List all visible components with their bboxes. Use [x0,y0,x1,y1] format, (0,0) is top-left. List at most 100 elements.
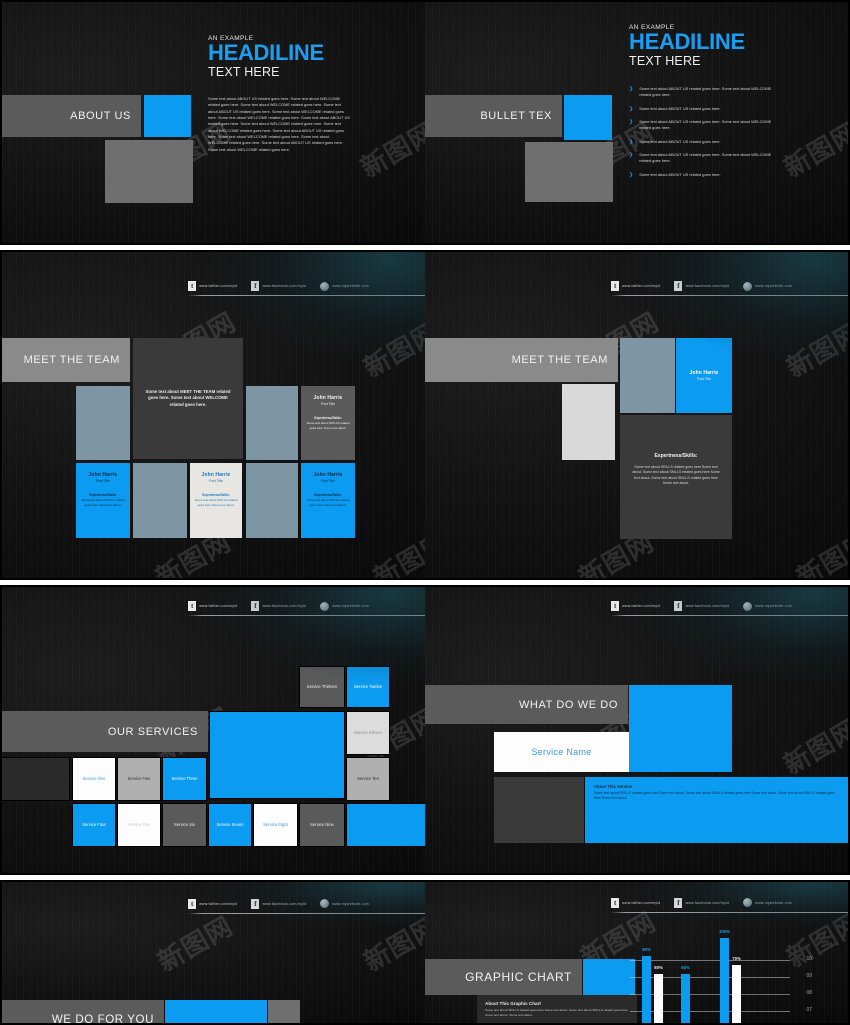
dark-panel[interactable] [2,757,70,801]
globe-icon [320,899,330,909]
slide-our-services[interactable]: 新图网 新图网 t www.twitter.com/myid f www.fac… [0,585,425,875]
slide-meet-the-team-single[interactable]: 新图网 新图网 新图网 新图网 t www.twitter.com/myid f… [425,250,850,580]
slide-graphic-chart[interactable]: 新图网 新图网 t www.twitter.com/myid f www.fac… [425,880,850,1025]
slide-title-bar[interactable]: MEET THE TEAM [2,338,130,382]
divider [611,615,848,617]
service-tile-five[interactable]: Service Five [117,803,161,847]
social-link-facebook[interactable]: f www.facebook.com/myid [674,601,729,612]
service-tile-two[interactable]: Service Two [117,757,161,801]
service-tile-eleven[interactable]: Service Eleven [346,711,390,755]
grey-panel[interactable] [105,140,193,203]
social-link-facebook[interactable]: f www.facebook.com/myid [674,281,729,292]
team-card[interactable]: John Harrie Post Title Expertness/Skills… [301,463,355,538]
list-item[interactable]: ❯ Some text about ABOUT US related goes … [629,139,779,146]
bar-value-label: 100% [719,929,730,934]
social-link-website[interactable]: www.mywebsite.com [320,601,369,611]
accent-square[interactable] [144,95,191,137]
placeholder-photo[interactable] [562,384,615,460]
social-link-website[interactable]: www.mywebsite.com [320,281,369,291]
accent-block[interactable] [629,685,732,772]
social-link-twitter[interactable]: t www.twitter.com/myid [611,281,660,292]
feature-block[interactable] [209,711,345,799]
social-link-facebook[interactable]: f www.facebook.com/myid [251,281,306,292]
slide-title-bar[interactable]: MEET THE TEAM [425,338,618,382]
service-tile-three[interactable]: Service Three [162,757,207,801]
service-tile-six[interactable]: Service Six [162,803,207,847]
list-item[interactable]: ❯ Some text about ABOUT US related goes … [629,86,779,99]
bar[interactable]: 60% [681,965,690,1023]
slide-title-bar[interactable]: ABOUT US [2,95,141,137]
team-photo[interactable] [620,338,675,413]
slide-title-bar[interactable]: BULLET TEX [425,95,562,137]
social-link-website[interactable]: www.mywebsite.com [743,898,792,907]
accent-block[interactable] [165,1000,267,1023]
team-photo[interactable] [246,386,298,460]
social-link-twitter[interactable]: t www.twitter.com/myid [188,898,237,909]
social-link-website[interactable]: www.mywebsite.com [743,281,792,291]
social-link-twitter[interactable]: t www.twitter.com/myid [611,897,660,908]
chevron-right-icon: ❯ [629,86,634,92]
service-tile-blank[interactable] [346,803,425,847]
dark-panel[interactable] [494,777,584,843]
facebook-icon: f [251,601,260,612]
list-item[interactable]: ❯ Some text about ABOUT US related goes … [629,106,779,113]
accent-square[interactable] [564,95,612,140]
about-chart-panel[interactable]: About This Graphic Chart Some text about… [477,995,637,1023]
service-tile-four[interactable]: Service Four [72,803,116,847]
team-photo[interactable] [76,386,130,460]
service-tile-one[interactable]: Service One [72,757,116,801]
service-name-card[interactable]: Service Name [494,732,629,772]
social-link-twitter[interactable]: t www.twitter.com/myid [188,281,237,292]
slide-title-bar[interactable]: WHAT DO WE DO [425,685,628,724]
social-link-facebook[interactable]: f www.facebook.com/myid [251,898,306,909]
social-link-twitter[interactable]: t www.twitter.com/myid [611,601,660,612]
facebook-icon: f [251,898,260,909]
team-card[interactable]: John Harrie Post Title Expertness/Skills… [190,463,242,538]
service-tile-seven[interactable]: Service Seven [208,803,252,847]
list-item[interactable]: ❯ Some text about ABOUT US related goes … [629,172,779,179]
skills-heading: Expertness/Skills: [314,493,342,497]
team-card[interactable]: John Harrie Post Title Expertness/Skills… [76,463,130,538]
bar[interactable]: 70% [732,956,741,1023]
slide-meet-the-team-grid[interactable]: 新图网 新图网 新图网 新图网 t www.twitter.com/myid f… [0,250,425,580]
grey-panel[interactable] [525,142,613,202]
slide-title-bar[interactable]: WE DO FOR YOU [2,1000,164,1023]
slide-about-us[interactable]: 新图网 新图网 ABOUT US AN EXAMPLE HEADILINE TE… [0,0,425,245]
bar[interactable]: 60% [654,965,663,1023]
list-item[interactable]: ❯ Some text about ABOUT US related goes … [629,119,779,132]
team-photo[interactable] [133,463,187,538]
service-tile-label: Service Seven [216,822,244,828]
subheadline: TEXT HERE [208,65,280,80]
slide-title-bar[interactable]: OUR SERVICES [2,711,208,752]
slide-bullet-text[interactable]: 新图网 新图网 BULLET TEX AN EXAMPLE HEADILINE … [425,0,850,245]
team-card[interactable]: John Harrie Post Title Expertness/Skills… [301,386,355,460]
slide-what-do-we-do[interactable]: 新图网 新图网 t www.twitter.com/myid f www.fac… [425,585,850,875]
service-tile-ten[interactable]: Service Ten [346,757,390,801]
team-card[interactable]: John Harrie Post Title [676,338,732,413]
grey-panel[interactable] [268,1000,300,1023]
bar[interactable]: 80% [642,947,651,1023]
social-link-website[interactable]: www.mywebsite.com [743,601,792,611]
bar[interactable]: 100% [719,929,730,1023]
social-links: t www.twitter.com/myid f www.facebook.co… [188,281,425,294]
skills-panel[interactable]: Expertness/Skills: Some text about SKILL… [620,415,732,539]
service-tile-nine[interactable]: Service Nine [299,803,345,847]
slide-title-bar[interactable]: GRAPHIC CHART [425,959,582,995]
skills-body: Some text about SKILLS related goes here… [306,421,350,430]
service-tile-thirteen[interactable]: Service Thirteen [299,666,345,708]
service-tile-twelve[interactable]: Service Twelve [346,666,390,708]
social-link-facebook[interactable]: f www.facebook.com/myid [674,897,729,908]
social-link-facebook[interactable]: f www.facebook.com/myid [251,601,306,612]
about-service-panel[interactable]: About This Service Some text about SKILL… [585,777,848,843]
service-tile-eight[interactable]: Service Eight [253,803,298,847]
slide-title: WHAT DO WE DO [518,698,618,711]
social-link-website[interactable]: www.mywebsite.com [320,899,369,909]
slide-we-do-for-you[interactable]: 新图网 新图网 t www.twitter.com/myid f www.fac… [0,880,425,1025]
list-item[interactable]: ❯ Some text about ABOUT US related goes … [629,152,779,165]
gridline [630,960,790,961]
accent-block[interactable] [583,959,635,995]
team-photo[interactable] [246,463,298,538]
slide-title: BULLET TEX [480,110,552,122]
social-link-twitter[interactable]: t www.twitter.com/myid [188,601,237,612]
watermark: 新图网 [779,714,850,781]
